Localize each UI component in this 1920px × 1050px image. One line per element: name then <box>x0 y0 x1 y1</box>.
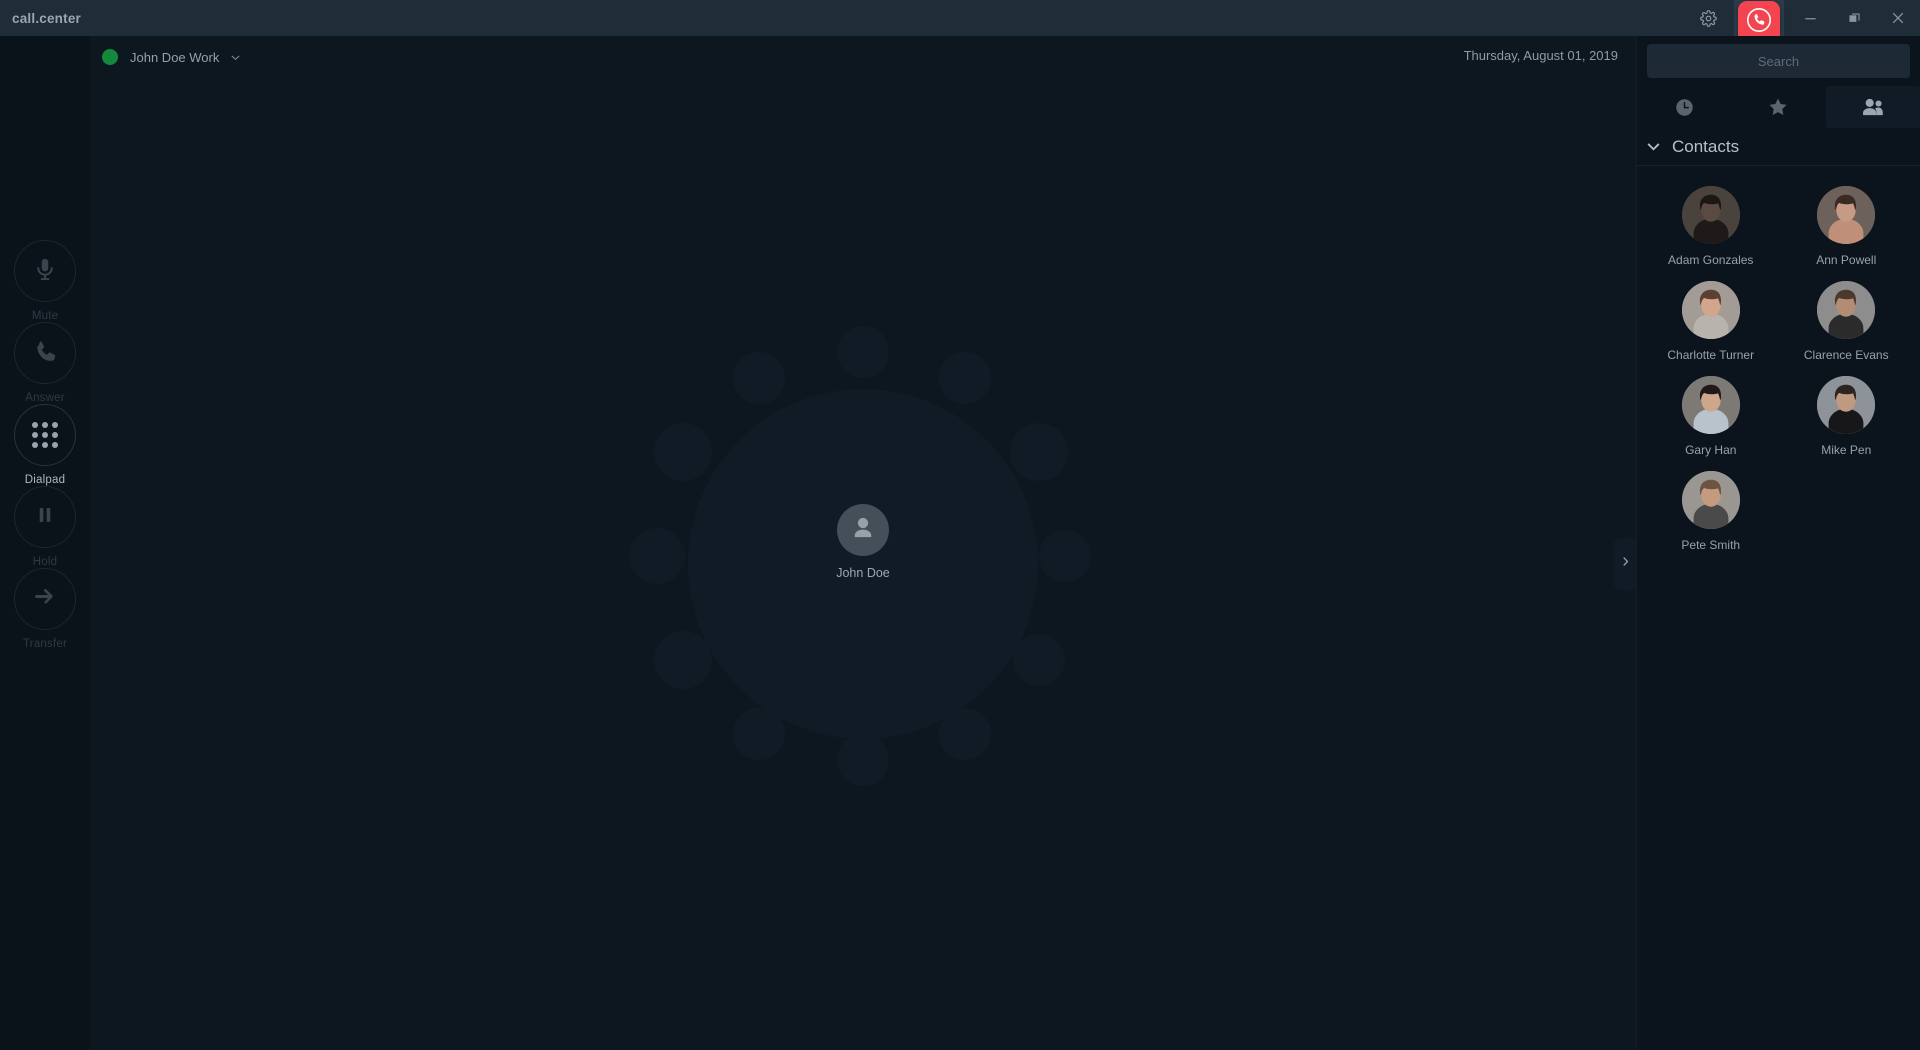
right-panel: Contacts Adam Gonzales Ann Powell Charlott… <box>1636 36 1920 1050</box>
contact-avatar <box>1817 281 1876 339</box>
maximize-icon <box>1847 11 1862 26</box>
person-placeholder-icon <box>848 513 878 548</box>
phone-circle-icon <box>1745 6 1773 39</box>
current-date: Thursday, August 01, 2019 <box>1463 48 1618 63</box>
sidebar-label-dialpad: Dialpad <box>24 474 66 486</box>
orbit-circle <box>733 708 785 760</box>
main-area: John Doe Work Thursday, August 01, 2019 … <box>90 36 1636 1050</box>
contact-avatar <box>1681 186 1740 244</box>
contact-avatar <box>1817 376 1876 434</box>
hold-circle <box>14 486 76 548</box>
orbit-circle <box>1039 530 1091 582</box>
contact-name: Pete Smith <box>1681 538 1741 552</box>
sidebar-label-transfer: Transfer <box>23 638 67 650</box>
arrow-right-icon <box>33 584 58 614</box>
mute-circle <box>14 240 76 302</box>
contact-avatar <box>1817 186 1876 244</box>
contact-name: Mike Pen <box>1821 443 1872 457</box>
contact-item[interactable]: Pete Smith <box>1643 471 1779 552</box>
app-title: call.center <box>12 10 81 26</box>
window-controls <box>1686 0 1920 46</box>
contact-item[interactable]: Ann Powell <box>1779 186 1915 267</box>
title-bar: call.center <box>0 0 1920 46</box>
sidebar-button-dialpad[interactable]: Dialpad <box>10 404 80 486</box>
star-icon <box>1767 96 1789 118</box>
self-participant-name: John Doe <box>836 566 890 580</box>
sidebar-button-transfer[interactable]: Transfer <box>10 568 80 650</box>
search-box[interactable] <box>1647 44 1910 78</box>
contact-item[interactable]: Mike Pen <box>1779 376 1915 457</box>
contact-item[interactable]: Clarence Evans <box>1779 281 1915 362</box>
chevron-right-icon <box>1619 555 1632 573</box>
chevron-down-icon[interactable] <box>1645 138 1662 155</box>
answer-circle <box>14 322 76 384</box>
orbit-circle <box>654 423 712 481</box>
contact-avatar <box>1681 281 1740 339</box>
close-icon <box>1890 10 1906 26</box>
contact-name: Clarence Evans <box>1803 348 1889 362</box>
orbit-circle <box>654 631 712 689</box>
call-stage: John Doe <box>90 78 1636 1050</box>
self-participant[interactable]: John Doe <box>830 504 896 580</box>
orbit-circle <box>629 528 685 584</box>
panel-tabs <box>1637 86 1920 128</box>
maximize-button[interactable] <box>1832 0 1876 36</box>
orbit-circle <box>837 326 889 378</box>
contact-name: Gary Han <box>1685 443 1737 457</box>
contact-item[interactable]: Adam Gonzales <box>1643 186 1779 267</box>
orbit-circle <box>939 708 991 760</box>
contact-name: Charlotte Turner <box>1667 348 1755 362</box>
search-area <box>1637 36 1920 78</box>
contact-name: Ann Powell <box>1816 253 1877 267</box>
tab-contacts[interactable] <box>1825 86 1920 128</box>
minimize-button[interactable] <box>1788 0 1832 36</box>
dialpad-icon <box>32 422 58 448</box>
sidebar-label-hold: Hold <box>32 556 58 568</box>
tab-favorites[interactable] <box>1731 86 1825 128</box>
transfer-circle <box>14 568 76 630</box>
orbit-circle <box>939 352 991 404</box>
contacts-grid: Adam Gonzales Ann Powell Charlotte Turner C… <box>1637 166 1920 552</box>
contact-avatar <box>1681 471 1740 529</box>
sidebar-button-hold[interactable]: Hold <box>10 486 80 568</box>
account-name: John Doe Work <box>130 49 220 65</box>
dialpad-circle <box>14 404 76 466</box>
people-icon <box>1861 96 1885 118</box>
contact-item[interactable]: Charlotte Turner <box>1643 281 1779 362</box>
gear-icon <box>1699 9 1717 27</box>
account-chevron-down-icon[interactable] <box>229 51 242 64</box>
tab-history[interactable] <box>1637 86 1731 128</box>
contact-avatar <box>1681 376 1740 434</box>
account-status-bar: John Doe Work Thursday, August 01, 2019 <box>90 36 1636 78</box>
search-input[interactable] <box>1647 44 1910 78</box>
sidebar-button-mute[interactable]: Mute <box>10 240 80 322</box>
microphone-icon <box>32 256 58 287</box>
orbit-circle <box>1010 423 1068 481</box>
sidebar-label-answer: Answer <box>25 392 65 404</box>
contact-name: Adam Gonzales <box>1668 253 1754 267</box>
presence-dot <box>102 49 118 65</box>
contacts-section-header[interactable]: Contacts <box>1637 128 1920 166</box>
orbit-circle <box>733 352 785 404</box>
contact-item[interactable]: Gary Han <box>1643 376 1779 457</box>
close-button[interactable] <box>1876 0 1920 36</box>
orbit-circle <box>837 734 889 786</box>
phone-icon <box>33 338 58 368</box>
sidebar-label-mute: Mute <box>31 310 59 322</box>
minimize-icon <box>1803 11 1818 26</box>
orbit-circle <box>1013 634 1065 686</box>
active-call-button[interactable] <box>1730 0 1788 46</box>
avatar <box>837 504 889 556</box>
clock-icon <box>1674 97 1695 118</box>
sidebar-button-answer[interactable]: Answer <box>10 322 80 404</box>
pause-icon <box>34 504 56 531</box>
panel-toggle-button[interactable] <box>1614 538 1636 590</box>
call-controls-sidebar: Mute Answer Dialpad Hold Transfer <box>0 36 90 1050</box>
contacts-section-title: Contacts <box>1672 136 1740 156</box>
settings-button[interactable] <box>1686 0 1730 36</box>
